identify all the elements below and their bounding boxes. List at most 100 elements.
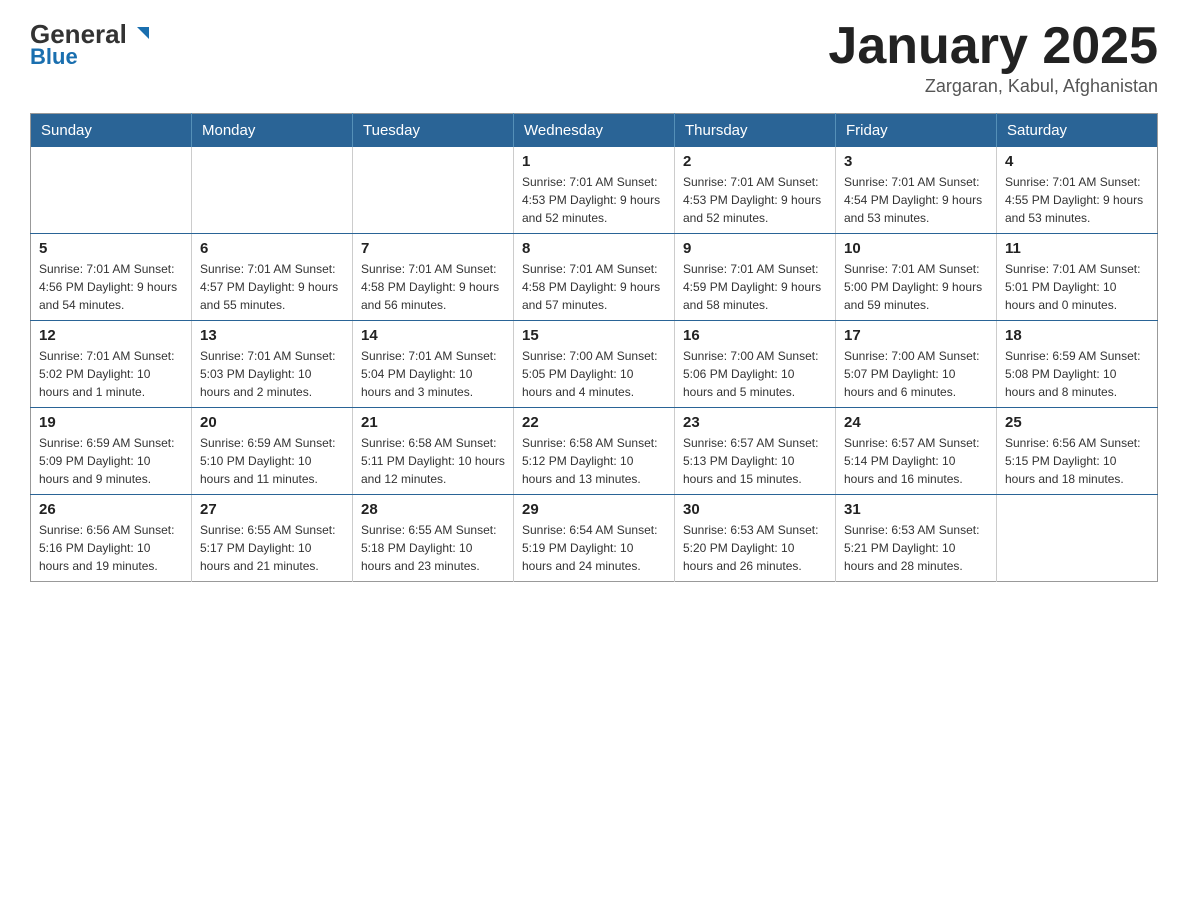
- table-row: 9 Sunrise: 7:01 AM Sunset: 4:59 PM Daylig…: [675, 234, 836, 321]
- calendar-table: Sunday Monday Tuesday Wednesday Thursday…: [30, 113, 1158, 582]
- logo-blue: Blue: [30, 45, 153, 69]
- col-monday: Monday: [192, 114, 353, 148]
- logo: General Blue: [30, 20, 153, 69]
- day-info: Sunrise: 6:57 AM Sunset: 5:13 PM Dayligh…: [683, 434, 827, 488]
- day-number: 12: [39, 327, 183, 344]
- day-number: 23: [683, 414, 827, 431]
- location: Zargaran, Kabul, Afghanistan: [828, 76, 1158, 97]
- table-row: 3Sunrise: 7:01 AM Sunset: 4:54 PM Daylig…: [836, 147, 997, 234]
- day-info: Sunrise: 6:56 AM Sunset: 5:15 PM Dayligh…: [1005, 434, 1149, 488]
- day-number: 28: [361, 501, 505, 518]
- table-row: 5 Sunrise: 7:01 AM Sunset: 4:56 PM Daylig…: [31, 234, 192, 321]
- day-number: 11: [1005, 240, 1149, 257]
- table-row: 29Sunrise: 6:54 AM Sunset: 5:19 PM Dayli…: [514, 495, 675, 582]
- day-info: Sunrise: 7:01 AM Sunset: 5:00 PM Dayligh…: [844, 260, 988, 314]
- day-number: 22: [522, 414, 666, 431]
- table-row: [192, 147, 353, 234]
- day-info: Sunrise: 6:53 AM Sunset: 5:21 PM Dayligh…: [844, 521, 988, 575]
- col-thursday: Thursday: [675, 114, 836, 148]
- day-number: 15: [522, 327, 666, 344]
- day-info: Sunrise: 7:01 AM Sunset: 4:56 PM Dayligh…: [39, 260, 183, 314]
- col-wednesday: Wednesday: [514, 114, 675, 148]
- day-number: 9: [683, 240, 827, 257]
- day-info: Sunrise: 6:55 AM Sunset: 5:17 PM Dayligh…: [200, 521, 344, 575]
- day-number: 1: [522, 153, 666, 170]
- table-row: 28 Sunrise: 6:55 AM Sunset: 5:18 PM Dayli…: [353, 495, 514, 582]
- day-number: 13: [200, 327, 344, 344]
- day-number: 21: [361, 414, 505, 431]
- day-info: Sunrise: 7:01 AM Sunset: 5:01 PM Dayligh…: [1005, 260, 1149, 314]
- day-number: 7: [361, 240, 505, 257]
- table-row: 7Sunrise: 7:01 AM Sunset: 4:58 PM Daylig…: [353, 234, 514, 321]
- calendar-week-row: 19 Sunrise: 6:59 AM Sunset: 5:09 PM Dayli…: [31, 408, 1158, 495]
- day-number: 3: [844, 153, 988, 170]
- col-sunday: Sunday: [31, 114, 192, 148]
- table-row: 17 Sunrise: 7:00 AM Sunset: 5:07 PM Dayli…: [836, 321, 997, 408]
- day-info: Sunrise: 6:57 AM Sunset: 5:14 PM Dayligh…: [844, 434, 988, 488]
- table-row: 4 Sunrise: 7:01 AM Sunset: 4:55 PM Daylig…: [997, 147, 1158, 234]
- table-row: [31, 147, 192, 234]
- day-info: Sunrise: 6:59 AM Sunset: 5:09 PM Dayligh…: [39, 434, 183, 488]
- table-row: 14 Sunrise: 7:01 AM Sunset: 5:04 PM Dayli…: [353, 321, 514, 408]
- day-info: Sunrise: 6:58 AM Sunset: 5:11 PM Dayligh…: [361, 434, 505, 488]
- day-number: 30: [683, 501, 827, 518]
- table-row: 11 Sunrise: 7:01 AM Sunset: 5:01 PM Dayli…: [997, 234, 1158, 321]
- calendar-header-row: Sunday Monday Tuesday Wednesday Thursday…: [31, 114, 1158, 148]
- day-info: Sunrise: 6:59 AM Sunset: 5:10 PM Dayligh…: [200, 434, 344, 488]
- day-info: Sunrise: 7:01 AM Sunset: 4:55 PM Dayligh…: [1005, 173, 1149, 227]
- day-number: 18: [1005, 327, 1149, 344]
- day-info: Sunrise: 7:00 AM Sunset: 5:07 PM Dayligh…: [844, 347, 988, 401]
- day-number: 17: [844, 327, 988, 344]
- day-info: Sunrise: 6:55 AM Sunset: 5:18 PM Dayligh…: [361, 521, 505, 575]
- day-info: Sunrise: 7:01 AM Sunset: 4:57 PM Dayligh…: [200, 260, 344, 314]
- day-number: 26: [39, 501, 183, 518]
- table-row: 31 Sunrise: 6:53 AM Sunset: 5:21 PM Dayli…: [836, 495, 997, 582]
- logo-text: General Blue: [30, 20, 153, 69]
- col-friday: Friday: [836, 114, 997, 148]
- day-info: Sunrise: 7:01 AM Sunset: 4:53 PM Dayligh…: [683, 173, 827, 227]
- page-header: General Blue January 2025 Zargaran, Kabu…: [30, 20, 1158, 97]
- table-row: 15Sunrise: 7:00 AM Sunset: 5:05 PM Dayli…: [514, 321, 675, 408]
- table-row: [353, 147, 514, 234]
- day-number: 6: [200, 240, 344, 257]
- col-tuesday: Tuesday: [353, 114, 514, 148]
- day-number: 24: [844, 414, 988, 431]
- table-row: 24 Sunrise: 6:57 AM Sunset: 5:14 PM Dayli…: [836, 408, 997, 495]
- day-number: 19: [39, 414, 183, 431]
- day-info: Sunrise: 7:01 AM Sunset: 5:02 PM Dayligh…: [39, 347, 183, 401]
- day-info: Sunrise: 6:59 AM Sunset: 5:08 PM Dayligh…: [1005, 347, 1149, 401]
- table-row: 2Sunrise: 7:01 AM Sunset: 4:53 PM Daylig…: [675, 147, 836, 234]
- day-info: Sunrise: 7:01 AM Sunset: 4:53 PM Dayligh…: [522, 173, 666, 227]
- day-info: Sunrise: 7:00 AM Sunset: 5:06 PM Dayligh…: [683, 347, 827, 401]
- table-row: 23 Sunrise: 6:57 AM Sunset: 5:13 PM Dayli…: [675, 408, 836, 495]
- calendar-week-row: 12 Sunrise: 7:01 AM Sunset: 5:02 PM Dayli…: [31, 321, 1158, 408]
- table-row: 19 Sunrise: 6:59 AM Sunset: 5:09 PM Dayli…: [31, 408, 192, 495]
- table-row: 13Sunrise: 7:01 AM Sunset: 5:03 PM Dayli…: [192, 321, 353, 408]
- table-row: 6 Sunrise: 7:01 AM Sunset: 4:57 PM Daylig…: [192, 234, 353, 321]
- day-info: Sunrise: 6:53 AM Sunset: 5:20 PM Dayligh…: [683, 521, 827, 575]
- day-number: 4: [1005, 153, 1149, 170]
- day-number: 27: [200, 501, 344, 518]
- day-number: 31: [844, 501, 988, 518]
- table-row: 1 Sunrise: 7:01 AM Sunset: 4:53 PM Daylig…: [514, 147, 675, 234]
- day-info: Sunrise: 7:01 AM Sunset: 5:04 PM Dayligh…: [361, 347, 505, 401]
- day-info: Sunrise: 6:58 AM Sunset: 5:12 PM Dayligh…: [522, 434, 666, 488]
- day-number: 8: [522, 240, 666, 257]
- table-row: 30 Sunrise: 6:53 AM Sunset: 5:20 PM Dayli…: [675, 495, 836, 582]
- calendar-week-row: 5 Sunrise: 7:01 AM Sunset: 4:56 PM Daylig…: [31, 234, 1158, 321]
- col-saturday: Saturday: [997, 114, 1158, 148]
- day-info: Sunrise: 6:56 AM Sunset: 5:16 PM Dayligh…: [39, 521, 183, 575]
- day-number: 14: [361, 327, 505, 344]
- table-row: 12 Sunrise: 7:01 AM Sunset: 5:02 PM Dayli…: [31, 321, 192, 408]
- table-row: 26 Sunrise: 6:56 AM Sunset: 5:16 PM Dayli…: [31, 495, 192, 582]
- day-number: 25: [1005, 414, 1149, 431]
- table-row: 25 Sunrise: 6:56 AM Sunset: 5:15 PM Dayli…: [997, 408, 1158, 495]
- day-info: Sunrise: 7:01 AM Sunset: 4:59 PM Dayligh…: [683, 260, 827, 314]
- logo-triangle-icon: [131, 23, 153, 45]
- title-block: January 2025 Zargaran, Kabul, Afghanista…: [828, 20, 1158, 97]
- table-row: 20Sunrise: 6:59 AM Sunset: 5:10 PM Dayli…: [192, 408, 353, 495]
- calendar-week-row: 26 Sunrise: 6:56 AM Sunset: 5:16 PM Dayli…: [31, 495, 1158, 582]
- table-row: 16Sunrise: 7:00 AM Sunset: 5:06 PM Dayli…: [675, 321, 836, 408]
- day-number: 5: [39, 240, 183, 257]
- calendar-week-row: 1 Sunrise: 7:01 AM Sunset: 4:53 PM Daylig…: [31, 147, 1158, 234]
